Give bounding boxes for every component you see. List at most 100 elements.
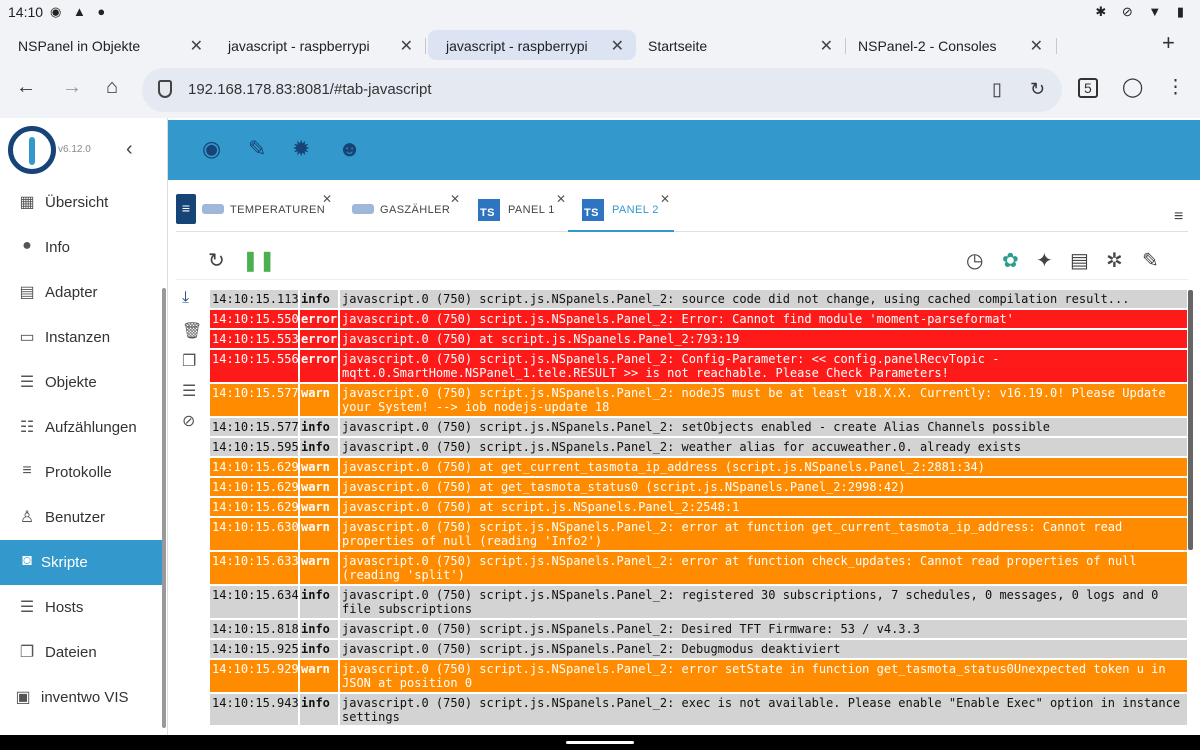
wrench-icon[interactable]: ✎ xyxy=(1142,248,1159,273)
clock: 14:10 xyxy=(8,4,44,20)
close-tab-icon[interactable]: ✕ xyxy=(1030,36,1043,56)
collapse-sidebar-icon[interactable]: ‹ xyxy=(126,138,133,161)
sidebar-item-adapter[interactable]: ▤ Adapter xyxy=(0,270,163,315)
log-severity: warn xyxy=(300,552,340,584)
log-view[interactable]: 14:10:15.113 info javascript.0 (750) scrip… xyxy=(210,290,1187,725)
debug-icon[interactable]: ✲ xyxy=(1106,248,1123,273)
vis-icon: ▣ xyxy=(15,689,31,706)
sidebar-item-protokolle[interactable]: ≡ Protokolle xyxy=(0,450,163,495)
log-time: 14:10:15.629 xyxy=(212,478,300,496)
sidebar-item-benutzer[interactable]: ♙ Benutzer xyxy=(0,495,163,540)
sidebar-item-inventwo-vis[interactable]: ▣ inventwo VIS xyxy=(0,675,163,720)
sidebar-scrollbar[interactable] xyxy=(162,288,166,728)
settings-icon[interactable]: ✹ xyxy=(292,136,310,162)
chatgpt-icon[interactable]: ✿ xyxy=(1002,248,1019,273)
new-tab-button[interactable]: + xyxy=(1162,30,1175,56)
close-tab-icon[interactable]: ✕ xyxy=(190,36,203,56)
close-tab-icon[interactable]: ✕ xyxy=(322,192,332,206)
url-field[interactable]: 192.168.178.83:8081/#tab-javascript ▯ ↻ xyxy=(142,68,1062,112)
sidebar: v6.12.0 ‹ ▦ Übersicht ● Info ▤ Adapter ▭… xyxy=(0,118,168,735)
log-time: 14:10:15.943 xyxy=(210,694,300,725)
sidebar-item-hosts[interactable]: ☰ Hosts xyxy=(0,585,163,630)
browser-tab[interactable]: Startseite ✕ xyxy=(630,30,845,60)
notification-icons: ◉ ▲ ● xyxy=(50,4,110,19)
log-time: 14:10:15.595 xyxy=(212,438,300,456)
log-row: 14:10:15.925 info javascript.0 (750) scrip… xyxy=(210,640,1187,660)
close-tab-icon[interactable]: ✕ xyxy=(400,36,413,56)
log-time: 14:10:15.553 xyxy=(212,330,300,348)
tab-divider xyxy=(845,38,846,54)
grid-icon: ▦ xyxy=(19,194,35,211)
log-severity: info xyxy=(300,640,340,658)
back-arrow-icon[interactable]: ← xyxy=(16,76,36,99)
log-time: 14:10:15.929 xyxy=(210,660,300,692)
pause-icon[interactable]: ❚❚ xyxy=(242,248,276,273)
reload-icon[interactable]: ↻ xyxy=(1030,79,1045,100)
site-info-icon[interactable] xyxy=(158,80,172,98)
log-message: javascript.0 (750) at get_current_tasmot… xyxy=(342,460,985,474)
log-scrollbar[interactable] xyxy=(1188,290,1193,550)
browser-tab[interactable]: NSPanel-2 - Consoles ✕ xyxy=(840,30,1055,60)
log-row: 14:10:15.550 error javascript.0 (750) scri… xyxy=(210,310,1187,330)
log-severity: info xyxy=(300,620,340,638)
restart-icon[interactable]: ↻ xyxy=(208,248,225,273)
sidebar-item-objekte[interactable]: ☰ Objekte xyxy=(0,360,163,405)
delete-icon[interactable]: 🗑 xyxy=(182,321,202,341)
tab-title: NSPanel-2 - Consoles xyxy=(858,38,997,54)
blockly-icon xyxy=(202,204,224,214)
clipboard-icon[interactable]: ▤ xyxy=(1070,248,1089,273)
close-tab-icon[interactable]: ✕ xyxy=(660,192,670,206)
iobroker-logo[interactable] xyxy=(8,126,56,174)
sidebar-item-aufzaehlungen[interactable]: ☷ Aufzählungen xyxy=(0,405,163,450)
log-time: 14:10:15.634 xyxy=(210,586,300,618)
sidebar-item-label: inventwo VIS xyxy=(41,689,129,706)
scroll-down-icon[interactable]: ⤓ xyxy=(182,289,189,307)
sidebar-item-info[interactable]: ● Info xyxy=(0,225,163,270)
tab-temperaturen[interactable]: TEMPERATUREN ✕ xyxy=(200,190,340,232)
close-tab-icon[interactable]: ✕ xyxy=(450,192,460,206)
tab-panel-1[interactable]: TS PANEL 1 ✕ xyxy=(476,190,568,232)
close-tab-icon[interactable]: ✕ xyxy=(611,36,624,56)
home-handle[interactable] xyxy=(566,741,634,744)
system-navigation-bar xyxy=(0,735,1200,750)
log-message: javascript.0 (750) script.js.NSpanels.Pa… xyxy=(342,642,841,656)
sparkle-icon[interactable]: ✦ xyxy=(1036,248,1053,273)
schedule-icon[interactable]: ◷ xyxy=(966,248,983,273)
user-icon: ♙ xyxy=(19,509,35,526)
hide-icon[interactable]: ⊘ xyxy=(182,411,195,431)
tab-switcher-button[interactable]: 5 xyxy=(1078,78,1098,98)
sidebar-item-instanzen[interactable]: ▭ Instanzen xyxy=(0,315,163,360)
wrap-text-icon[interactable]: ☰ xyxy=(182,381,196,401)
tab-divider xyxy=(1056,38,1057,54)
profile-icon[interactable]: ◯ xyxy=(1122,76,1143,99)
forward-arrow-icon[interactable]: → xyxy=(62,76,82,99)
more-menu-icon[interactable]: ⋮ xyxy=(1166,76,1185,99)
browser-tab-active[interactable]: javascript - raspberrypi ✕ xyxy=(428,30,636,60)
install-app-icon[interactable]: ▯ xyxy=(992,79,1002,100)
tab-gaszaehler[interactable]: GASZÄHLER ✕ xyxy=(350,190,462,232)
sidebar-item-skripte[interactable]: ◙ Skripte xyxy=(0,540,163,585)
menu-icon[interactable]: ≡ xyxy=(1174,208,1183,226)
log-severity: warn xyxy=(300,498,340,516)
wrench-icon[interactable]: ✎ xyxy=(248,136,266,162)
log-row: 14:10:15.113 info javascript.0 (750) scrip… xyxy=(210,290,1187,310)
script-list-button[interactable]: ≡ xyxy=(176,194,196,224)
browser-tab[interactable]: javascript - raspberrypi ✕ xyxy=(210,30,425,60)
sidebar-item-label: Benutzer xyxy=(45,509,106,526)
browser-tab[interactable]: NSPanel in Objekte ✕ xyxy=(0,30,215,60)
tab-panel-2[interactable]: TS PANEL 2 ✕ xyxy=(568,190,674,232)
log-row: 14:10:15.943 info javascript.0 (750) scrip… xyxy=(210,694,1187,725)
log-row: 14:10:15.577 info javascript.0 (750) scrip… xyxy=(210,418,1187,438)
sidebar-item-uebersicht[interactable]: ▦ Übersicht xyxy=(0,180,163,225)
system-icons: ✱ ⊘ ▼ ▮ xyxy=(1095,4,1190,19)
home-icon[interactable]: ⌂ xyxy=(106,76,118,99)
sidebar-item-dateien[interactable]: ❐ Dateien xyxy=(0,630,163,675)
eye-icon[interactable]: ◉ xyxy=(202,136,221,162)
tab-divider xyxy=(425,38,426,54)
ai-assistant-icon[interactable]: ☻ xyxy=(338,136,361,162)
script-editor: ≡ TEMPERATUREN ✕ GASZÄHLER ✕ TS PANEL 1 … xyxy=(168,180,1200,735)
copy-icon[interactable]: ❐ xyxy=(182,351,196,371)
close-tab-icon[interactable]: ✕ xyxy=(556,192,566,206)
close-tab-icon[interactable]: ✕ xyxy=(820,36,833,56)
script-editor-toolbar: ◉ ✎ ✹ ☻ xyxy=(168,120,1200,180)
